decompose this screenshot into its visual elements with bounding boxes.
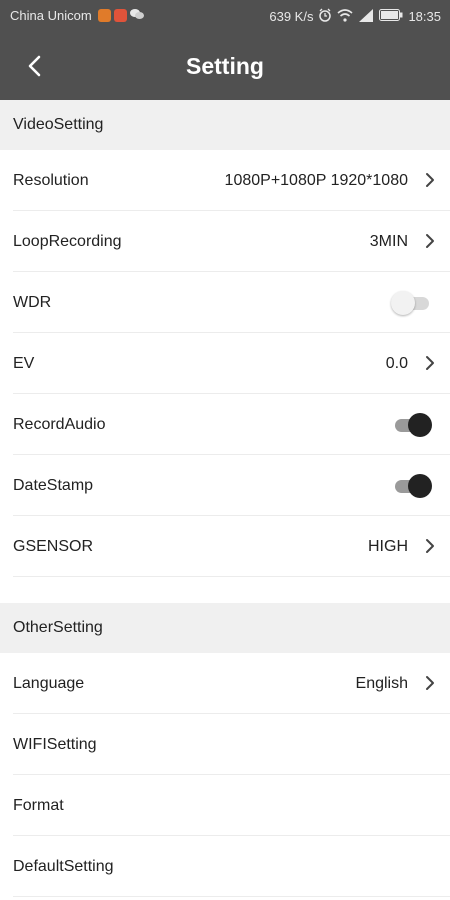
signal-icon [358, 8, 374, 25]
section-title: VideoSetting [13, 116, 104, 133]
row-loop-recording[interactable]: LoopRecording 3MIN [0, 211, 450, 272]
row-ev[interactable]: EV 0.0 [0, 333, 450, 394]
row-label: Format [13, 797, 64, 814]
row-label: GSENSOR [13, 538, 94, 555]
status-left: China Unicom [10, 8, 144, 23]
row-wdr: WDR [0, 272, 450, 333]
section-spacer [0, 577, 450, 603]
date-stamp-toggle[interactable] [391, 472, 433, 500]
section-title: OtherSetting [13, 619, 103, 636]
wechat-icon [129, 8, 144, 23]
row-value: English [355, 675, 408, 692]
alarm-icon [318, 8, 332, 25]
clock: 18:35 [408, 9, 441, 24]
row-resolution[interactable]: Resolution 1080P+1080P 1920*1080 [0, 150, 450, 211]
wifi-icon [337, 8, 353, 25]
app-badge-icon [97, 9, 111, 22]
chevron-right-icon [426, 539, 434, 553]
status-right: 639 K/s 18:35 [269, 8, 441, 25]
chevron-right-icon [426, 234, 434, 248]
row-label: LoopRecording [13, 233, 122, 250]
battery-icon [379, 9, 403, 24]
video-app-icon [113, 9, 127, 22]
toggle-thumb [408, 413, 432, 437]
row-value: 0.0 [385, 355, 408, 372]
row-label: RecordAudio [13, 416, 106, 433]
network-speed: 639 K/s [269, 9, 314, 24]
row-record-audio: RecordAudio [0, 394, 450, 455]
row-value: HIGH [368, 538, 408, 555]
row-value: 3MIN [369, 233, 408, 250]
toggle-thumb [408, 474, 432, 498]
carrier-name: China Unicom [10, 8, 92, 23]
chevron-right-icon [426, 173, 434, 187]
wdr-toggle[interactable] [391, 289, 433, 317]
row-date-stamp: DateStamp [0, 455, 450, 516]
row-label: WIFISetting [13, 736, 97, 753]
row-label: Resolution [13, 172, 89, 189]
toggle-thumb [391, 291, 415, 315]
title-bar: Setting [0, 33, 450, 100]
row-label: Language [13, 675, 85, 692]
row-label: DefaultSetting [13, 858, 114, 875]
row-language[interactable]: Language English [0, 653, 450, 714]
divider [13, 896, 450, 897]
row-label: EV [13, 355, 35, 372]
chevron-right-icon [426, 356, 434, 370]
status-bar: China Unicom 639 K/s 18:35 [0, 0, 450, 33]
section-header-video: VideoSetting [0, 100, 450, 150]
row-gsensor[interactable]: GSENSOR HIGH [0, 516, 450, 577]
section-header-other: OtherSetting [0, 603, 450, 653]
row-default-setting[interactable]: DefaultSetting [0, 836, 450, 897]
page-title: Setting [186, 53, 264, 79]
row-label: DateStamp [13, 477, 94, 494]
record-audio-toggle[interactable] [391, 411, 433, 439]
row-wifi-setting[interactable]: WIFISetting [0, 714, 450, 775]
row-label: WDR [13, 294, 52, 311]
row-format[interactable]: Format [0, 775, 450, 836]
row-value: 1080P+1080P 1920*1080 [224, 172, 408, 189]
chevron-right-icon [426, 676, 434, 690]
